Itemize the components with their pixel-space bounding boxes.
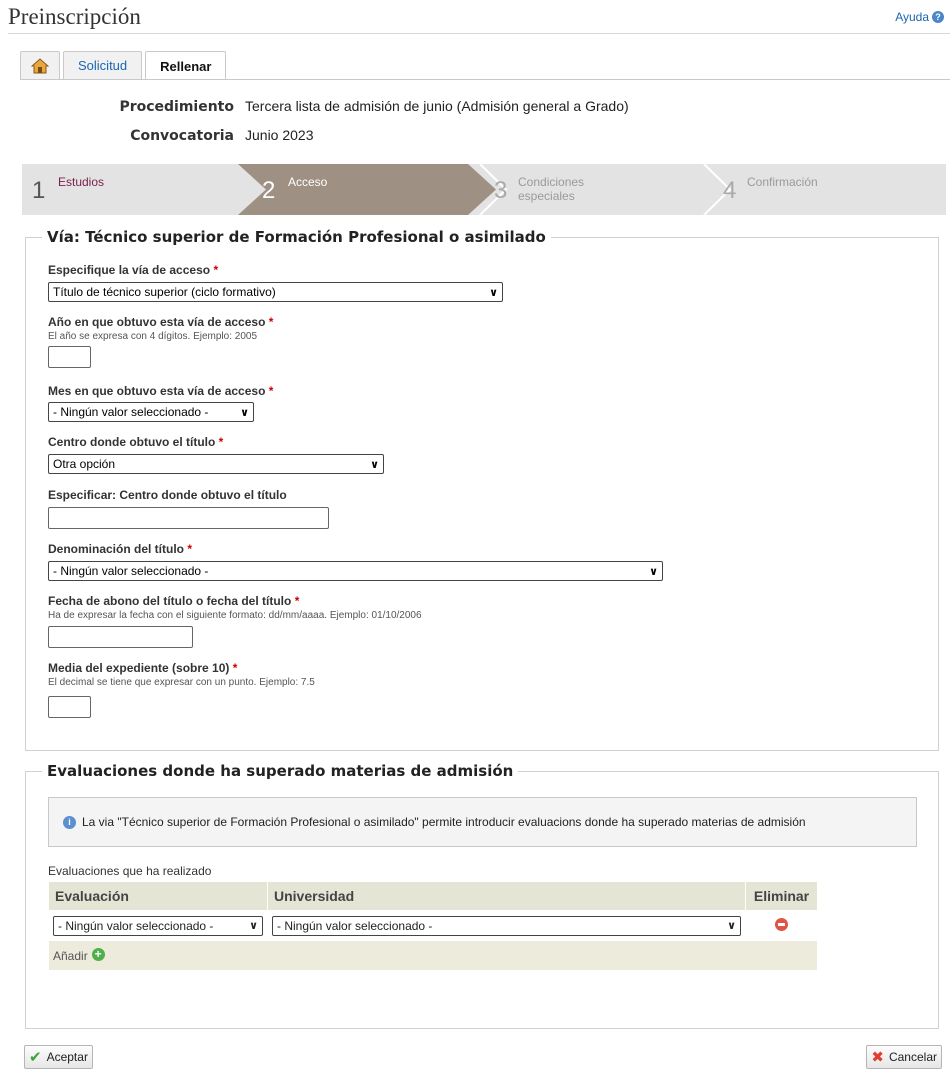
notice-text: La via "Técnico superior de Formación Pr… — [82, 815, 806, 829]
delete-row-icon[interactable] — [775, 917, 788, 931]
via-acceso-label: Especifique la vía de acceso * — [48, 263, 219, 277]
step-label: Condiciones especiales — [518, 175, 585, 203]
accept-label: Aceptar — [46, 1050, 88, 1064]
add-row: Añadir + — [48, 940, 818, 971]
via-legend: Vía: Técnico superior de Formación Profe… — [42, 228, 551, 246]
universidad-select[interactable]: - Ningún valor seleccionado - ∨ — [272, 915, 741, 936]
tab-rellenar[interactable]: Rellenar — [145, 51, 227, 80]
evaluacion-select[interactable]: - Ningún valor seleccionado - ∨ — [53, 915, 263, 936]
mes-select[interactable]: - Ningún valor seleccionado - ∨ — [48, 402, 254, 422]
add-icon[interactable]: + — [91, 948, 105, 961]
denominacion-select[interactable]: - Ningún valor seleccionado - ∨ — [48, 561, 663, 581]
chevron-down-icon: ∨ — [649, 565, 658, 578]
add-button[interactable]: Añadir + — [53, 948, 105, 963]
add-cell: Añadir + — [48, 940, 818, 971]
table-row: - Ningún valor seleccionado - ∨ - Ningún… — [48, 910, 818, 941]
wizard-steps: 1 Estudios 2 Acceso 3 Condiciones especi… — [22, 164, 946, 215]
eval-legend: Evaluaciones donde ha superado materias … — [42, 762, 519, 780]
chevron-down-icon: ∨ — [370, 458, 379, 471]
convocatoria-row: Convocatoria Junio 2023 — [22, 127, 314, 144]
home-icon[interactable] — [31, 57, 49, 74]
via-acceso-value: Título de técnico superior (ciclo format… — [53, 285, 276, 299]
info-icon: i — [63, 815, 76, 829]
cancel-button[interactable]: ✖ Cancelar — [866, 1045, 942, 1069]
chevron-down-icon: ∨ — [249, 920, 258, 932]
column-universidad: Universidad — [267, 881, 746, 911]
step-number: 2 — [262, 177, 276, 204]
step-label: Estudios — [58, 175, 105, 189]
eliminar-cell — [745, 910, 818, 941]
eval-table: Evaluación Universidad Eliminar - Ningún… — [48, 881, 818, 971]
check-icon: ✔ — [29, 1049, 42, 1066]
fecha-hint: Ha de expresar la fecha con el siguiente… — [48, 610, 422, 621]
step-number: 3 — [494, 177, 508, 204]
universidad-value: - Ningún valor seleccionado - — [277, 918, 433, 933]
anio-label: Año en que obtuvo esta vía de acceso * — [48, 315, 274, 329]
close-icon: ✖ — [871, 1049, 884, 1066]
media-hint: El decimal se tiene que expresar con un … — [48, 677, 315, 688]
mes-label: Mes en que obtuvo esta vía de acceso * — [48, 384, 274, 398]
add-label[interactable]: Añadir — [53, 949, 88, 963]
evaluacion-cell: - Ningún valor seleccionado - ∨ — [48, 910, 268, 941]
centro-value: Otra opción — [53, 457, 116, 471]
eval-table-caption: Evaluaciones que ha realizado — [48, 864, 212, 878]
anio-input[interactable] — [48, 346, 91, 368]
centro-label: Centro donde obtuvo el título * — [48, 435, 224, 449]
accept-button[interactable]: ✔ Aceptar — [24, 1045, 93, 1069]
fecha-label: Fecha de abono del título o fecha del tí… — [48, 594, 300, 608]
evaluacion-value: - Ningún valor seleccionado - — [58, 918, 214, 933]
step-number: 1 — [32, 177, 46, 204]
media-input[interactable] — [48, 696, 91, 718]
especificar-label: Especificar: Centro donde obtuvo el títu… — [48, 488, 287, 502]
convocatoria-label: Convocatoria — [130, 128, 234, 144]
active-step-shape — [238, 164, 496, 215]
step-number: 4 — [723, 177, 737, 204]
centro-select[interactable]: Otra opción ∨ — [48, 454, 384, 474]
title-divider — [8, 33, 950, 34]
universidad-cell: - Ningún valor seleccionado - ∨ — [267, 910, 746, 941]
help-link[interactable]: Ayuda ? — [895, 10, 944, 24]
tab-bar: Solicitud Rellenar — [20, 51, 229, 80]
step-label: Acceso — [288, 175, 328, 189]
page-title: Preinscripción — [8, 4, 141, 29]
fecha-input[interactable] — [48, 626, 193, 648]
denominacion-value: - Ningún valor seleccionado - — [53, 564, 209, 578]
mes-value: - Ningún valor seleccionado - — [53, 405, 209, 419]
chevron-down-icon: ∨ — [240, 406, 249, 419]
chevron-down-icon: ∨ — [727, 920, 736, 932]
cancel-label: Cancelar — [888, 1050, 937, 1064]
tab-solicitud[interactable]: Solicitud — [63, 51, 143, 79]
help-icon[interactable]: ? — [932, 11, 944, 23]
column-evaluacion: Evaluación — [48, 881, 268, 911]
media-label: Media del expediente (sobre 10) * — [48, 661, 238, 675]
step-label: Confirmación — [747, 175, 818, 189]
tab-home[interactable] — [20, 51, 60, 79]
via-acceso-select[interactable]: Título de técnico superior (ciclo format… — [48, 282, 503, 302]
anio-hint: El año se expresa con 4 dígitos. Ejemplo… — [48, 331, 258, 342]
denominacion-label: Denominación del título * — [48, 542, 193, 556]
tab-divider — [20, 79, 950, 80]
column-eliminar: Eliminar — [745, 881, 818, 911]
eval-notice: i La via "Técnico superior de Formación … — [48, 797, 917, 847]
table-header-row: Evaluación Universidad Eliminar — [48, 881, 818, 911]
help-label[interactable]: Ayuda — [895, 10, 929, 24]
procedimiento-value: Tercera lista de admisión de junio (Admi… — [245, 98, 629, 114]
especificar-input[interactable] — [48, 507, 329, 529]
procedimiento-label: Procedimiento — [119, 99, 234, 115]
convocatoria-value: Junio 2023 — [245, 127, 314, 143]
chevron-down-icon: ∨ — [489, 286, 498, 299]
procedimiento-row: Procedimiento Tercera lista de admisión … — [22, 98, 629, 115]
